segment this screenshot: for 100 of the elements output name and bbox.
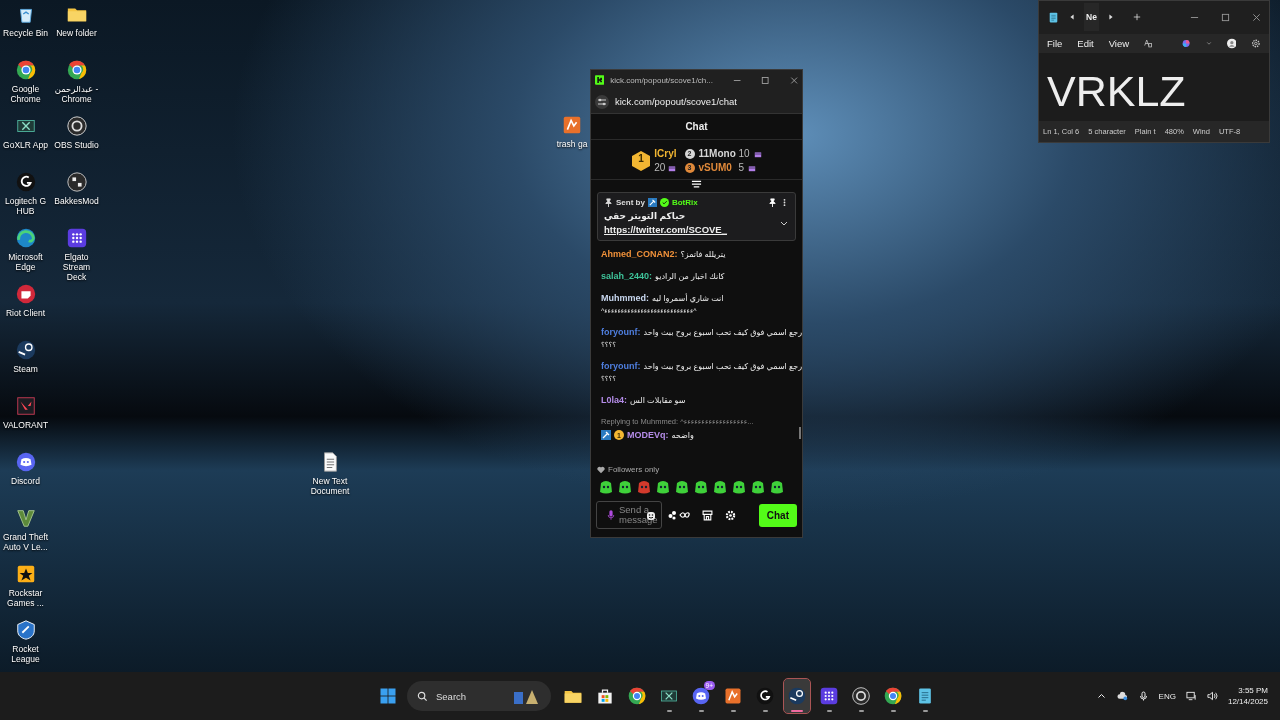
ring-circle-icon [65, 115, 88, 137]
maximize-icon[interactable] [1221, 12, 1230, 22]
desktop-shortcut[interactable]: Microsoft Edge [0, 227, 51, 283]
piston-circle-icon [14, 339, 37, 361]
caret-left-icon[interactable] [1068, 13, 1076, 22]
desktop-shortcut[interactable]: Recycle Bin [0, 3, 51, 59]
chat-username[interactable]: MODEVq: [627, 430, 669, 440]
microphone-icon[interactable] [1137, 691, 1149, 701]
colorful-swirl-icon[interactable] [1182, 37, 1191, 49]
desktop-shortcut[interactable]: Logitech G HUB [0, 171, 51, 227]
microphone-icon[interactable] [607, 509, 615, 521]
chat-username[interactable]: Muhmmed: [601, 293, 649, 303]
menu-item[interactable]: Edit [1077, 37, 1094, 49]
blob-emote-icon[interactable] [712, 479, 728, 495]
desktop-shortcut[interactable]: Riot Client [0, 283, 51, 339]
desktop-shortcut[interactable]: New Text Document [304, 451, 356, 507]
chat-username[interactable]: foryounf: [601, 327, 641, 337]
pinned-link[interactable]: https://twitter.com/SCOVE_ [604, 224, 727, 235]
hammer-badge-icon [647, 198, 657, 207]
heart-icon [597, 465, 605, 474]
blob-emote-icon[interactable] [674, 479, 690, 495]
chat-username[interactable]: salah_2440: [601, 271, 653, 281]
desktop-shortcut[interactable]: عبدالرحمن - Chrome [51, 59, 102, 115]
desktop-shortcut[interactable]: VALORANT [0, 395, 51, 451]
speaker-icon[interactable] [1206, 691, 1218, 701]
dot-grid-icon [65, 227, 88, 249]
dark-circle-icon [65, 171, 88, 193]
windows-start-icon[interactable] [378, 686, 398, 706]
rocket-shield-icon [14, 619, 37, 641]
document-tab[interactable]: Ne [1084, 3, 1099, 32]
maximize-icon[interactable] [761, 75, 770, 85]
pinned-author[interactable]: BotRix [671, 198, 698, 207]
pin-icon[interactable] [768, 198, 777, 207]
gift-icon [668, 163, 677, 172]
font-format-icon[interactable] [1144, 37, 1153, 49]
desktop-shortcut[interactable]: Steam [0, 339, 51, 395]
blob-emote-icon[interactable] [655, 479, 671, 495]
blob-emote-icon[interactable] [750, 479, 766, 495]
blob-emote-icon[interactable] [769, 479, 785, 495]
caret-right-icon[interactable] [1106, 13, 1115, 22]
controller-face-icon [14, 451, 37, 473]
dots-infinity-icon[interactable] [668, 510, 690, 520]
desktop-shortcut[interactable]: OBS Studio [51, 115, 102, 171]
desktop-shortcut[interactable]: New folder [51, 3, 102, 59]
avatar-icon[interactable] [1226, 36, 1237, 50]
sent-by-label: Sent by [616, 198, 645, 207]
chat-username[interactable]: L0la4: [601, 395, 627, 405]
desktop-shortcut[interactable]: trash ga [554, 114, 590, 170]
close-icon[interactable] [1252, 12, 1261, 22]
blob-emote-icon[interactable] [598, 479, 614, 495]
blob-emote-icon[interactable] [693, 479, 709, 495]
sliders-icon[interactable] [595, 94, 609, 109]
collapse-icon[interactable] [691, 180, 702, 190]
monitor-icon[interactable] [1185, 691, 1197, 701]
tricolor-circle-icon [14, 59, 37, 81]
menu-item[interactable]: File [1047, 37, 1063, 49]
search-field[interactable]: Search [407, 681, 551, 711]
desktop-shortcut[interactable]: Discord [0, 451, 51, 507]
gift-icon [748, 163, 757, 172]
controller-face-icon [691, 686, 711, 706]
chat-message-text: رجع اسمي فوق كيف تحب اسبوع بروح ببث واحد [643, 361, 803, 371]
cloud-icon[interactable] [1116, 691, 1128, 701]
pinned-text: حياكم التويتر حقي [604, 211, 686, 221]
desktop-shortcut[interactable]: Rocket League [0, 619, 51, 672]
desktop-shortcut[interactable]: BakkesMod [51, 171, 102, 227]
followers-only-label: Followers only [608, 465, 660, 474]
gift-count: 10 [738, 148, 750, 159]
ring-circle-icon [851, 686, 871, 706]
blob-emote-icon[interactable] [636, 479, 652, 495]
settings-icon[interactable] [725, 509, 736, 521]
chat-username[interactable]: foryounf: [601, 361, 641, 371]
blob-emote-icon[interactable] [731, 479, 747, 495]
desktop-shortcut[interactable]: Rockstar Games ... [0, 563, 51, 619]
chat-message-text: واضحه [671, 430, 694, 440]
blob-emote-icon[interactable] [617, 479, 633, 495]
desktop-shortcut[interactable]: GoXLR App [0, 115, 51, 171]
taskbar-app[interactable] [784, 679, 810, 713]
desktop-shortcut[interactable]: Google Chrome [0, 59, 51, 115]
gift-icon [753, 149, 762, 158]
language-indicator[interactable]: ENG [1158, 691, 1176, 701]
store-icon[interactable] [702, 509, 713, 521]
clock-time[interactable]: 3:55 PM [1238, 686, 1268, 695]
chat-send-button[interactable]: Chat [758, 503, 797, 527]
search-icon [417, 690, 428, 702]
clock-date[interactable]: 12/14/2025 [1227, 697, 1268, 706]
gift-count: 5 [738, 162, 745, 173]
tricolor-circle-icon [883, 686, 903, 706]
tricolor-circle-icon [65, 59, 88, 81]
add-tab-icon[interactable] [1132, 13, 1141, 22]
chat-username[interactable]: Ahmed_CONAN2: [601, 249, 678, 259]
dot-grid-icon [819, 686, 839, 706]
close-icon[interactable] [789, 75, 798, 85]
chat-message-text: يتريلله فاتمز؟ [680, 249, 726, 259]
verified-icon [659, 198, 669, 207]
zigzag-icon [723, 686, 743, 706]
desktop-shortcut[interactable]: Elgato Stream Deck [51, 227, 102, 283]
text-editor[interactable]: VRKLZ [1039, 53, 1269, 122]
menu-item[interactable]: View [1108, 37, 1130, 49]
desktop-shortcut[interactable]: Grand Theft Auto V Le... [0, 507, 51, 563]
pin-icon [604, 198, 613, 207]
